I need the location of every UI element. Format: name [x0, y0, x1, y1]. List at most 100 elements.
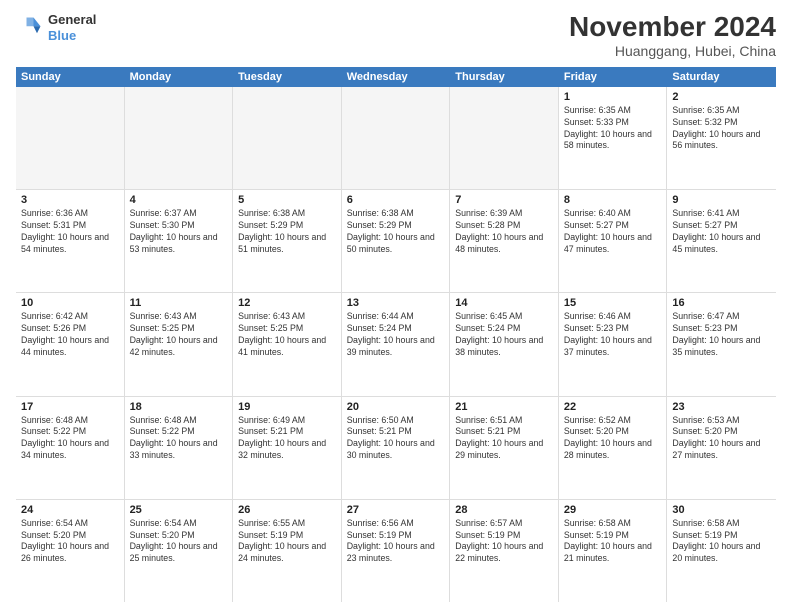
cell-info: Sunrise: 6:43 AM Sunset: 5:25 PM Dayligh…: [130, 311, 228, 359]
cal-cell: 30Sunrise: 6:58 AM Sunset: 5:19 PM Dayli…: [667, 500, 776, 602]
week-row-2: 10 Sunrise: 6:42 AM Sunset: 5:26 PM Dayli…: [16, 293, 776, 396]
day-number: 10: [21, 297, 119, 309]
cal-cell: 5 Sunrise: 6:38 AM Sunset: 5:29 PM Daylig…: [233, 190, 342, 292]
cal-cell: 12 Sunrise: 6:43 AM Sunset: 5:25 PM Dayli…: [233, 293, 342, 395]
day-number: 19: [238, 401, 336, 413]
cal-cell: 2 Sunrise: 6:35 AM Sunset: 5:32 PM Daylig…: [667, 87, 776, 189]
month-title: November 2024: [569, 12, 776, 43]
logo-text: General Blue: [48, 12, 96, 43]
cal-cell: 8Sunrise: 6:40 AM Sunset: 5:27 PM Daylig…: [559, 190, 668, 292]
header-day-thursday: Thursday: [450, 67, 559, 87]
cell-info: Sunrise: 6:42 AM Sunset: 5:26 PM Dayligh…: [21, 311, 119, 359]
cal-cell: 13 Sunrise: 6:44 AM Sunset: 5:24 PM Dayli…: [342, 293, 451, 395]
cell-info: Sunrise: 6:43 AM Sunset: 5:25 PM Dayligh…: [238, 311, 336, 359]
cell-info: Sunrise: 6:41 AM Sunset: 5:27 PM Dayligh…: [672, 208, 771, 256]
cal-cell: 19Sunrise: 6:49 AM Sunset: 5:21 PM Dayli…: [233, 397, 342, 499]
cell-info: Sunrise: 6:47 AM Sunset: 5:23 PM Dayligh…: [672, 311, 771, 359]
cal-cell: 26 Sunrise: 6:55 AM Sunset: 5:19 PM Dayli…: [233, 500, 342, 602]
cal-cell: [233, 87, 342, 189]
cell-info: Sunrise: 6:36 AM Sunset: 5:31 PM Dayligh…: [21, 208, 119, 256]
day-number: 24: [21, 504, 119, 516]
cell-info: Sunrise: 6:39 AM Sunset: 5:28 PM Dayligh…: [455, 208, 553, 256]
header-day-saturday: Saturday: [667, 67, 776, 87]
cal-cell: 16 Sunrise: 6:47 AM Sunset: 5:23 PM Dayli…: [667, 293, 776, 395]
day-number: 13: [347, 297, 445, 309]
cal-cell: 15Sunrise: 6:46 AM Sunset: 5:23 PM Dayli…: [559, 293, 668, 395]
day-number: 14: [455, 297, 553, 309]
day-number: 29: [564, 504, 662, 516]
cell-info: Sunrise: 6:51 AM Sunset: 5:21 PM Dayligh…: [455, 415, 553, 463]
cal-cell: 6Sunrise: 6:38 AM Sunset: 5:29 PM Daylig…: [342, 190, 451, 292]
cal-cell: 4 Sunrise: 6:37 AM Sunset: 5:30 PM Daylig…: [125, 190, 234, 292]
week-row-3: 17 Sunrise: 6:48 AM Sunset: 5:22 PM Dayli…: [16, 397, 776, 500]
cal-cell: 22 Sunrise: 6:52 AM Sunset: 5:20 PM Dayli…: [559, 397, 668, 499]
day-number: 28: [455, 504, 553, 516]
logo-icon: [16, 14, 44, 42]
cell-info: Sunrise: 6:44 AM Sunset: 5:24 PM Dayligh…: [347, 311, 445, 359]
week-row-0: 1 Sunrise: 6:35 AM Sunset: 5:33 PM Daylig…: [16, 87, 776, 190]
day-number: 25: [130, 504, 228, 516]
cal-cell: 18 Sunrise: 6:48 AM Sunset: 5:22 PM Dayli…: [125, 397, 234, 499]
cal-cell: 21 Sunrise: 6:51 AM Sunset: 5:21 PM Dayli…: [450, 397, 559, 499]
header-day-sunday: Sunday: [16, 67, 125, 87]
cal-cell: 23 Sunrise: 6:53 AM Sunset: 5:20 PM Dayli…: [667, 397, 776, 499]
cal-cell: [16, 87, 125, 189]
cal-cell: [450, 87, 559, 189]
day-number: 21: [455, 401, 553, 413]
header: General Blue November 2024 Huanggang, Hu…: [16, 12, 776, 59]
cal-cell: 1 Sunrise: 6:35 AM Sunset: 5:33 PM Daylig…: [559, 87, 668, 189]
day-number: 17: [21, 401, 119, 413]
cal-cell: 14Sunrise: 6:45 AM Sunset: 5:24 PM Dayli…: [450, 293, 559, 395]
cal-cell: 25Sunrise: 6:54 AM Sunset: 5:20 PM Dayli…: [125, 500, 234, 602]
header-day-wednesday: Wednesday: [342, 67, 451, 87]
day-number: 12: [238, 297, 336, 309]
cal-cell: [125, 87, 234, 189]
day-number: 2: [672, 91, 771, 103]
day-number: 23: [672, 401, 771, 413]
logo-general: General: [48, 12, 96, 28]
location: Huanggang, Hubei, China: [569, 43, 776, 59]
title-block: November 2024 Huanggang, Hubei, China: [569, 12, 776, 59]
day-number: 5: [238, 194, 336, 206]
day-number: 16: [672, 297, 771, 309]
cell-info: Sunrise: 6:50 AM Sunset: 5:21 PM Dayligh…: [347, 415, 445, 463]
cell-info: Sunrise: 6:53 AM Sunset: 5:20 PM Dayligh…: [672, 415, 771, 463]
cal-cell: 24 Sunrise: 6:54 AM Sunset: 5:20 PM Dayli…: [16, 500, 125, 602]
header-day-friday: Friday: [559, 67, 668, 87]
cell-info: Sunrise: 6:52 AM Sunset: 5:20 PM Dayligh…: [564, 415, 662, 463]
cell-info: Sunrise: 6:54 AM Sunset: 5:20 PM Dayligh…: [21, 518, 119, 566]
logo-blue: Blue: [48, 28, 96, 44]
cell-info: Sunrise: 6:38 AM Sunset: 5:29 PM Dayligh…: [347, 208, 445, 256]
cell-info: Sunrise: 6:37 AM Sunset: 5:30 PM Dayligh…: [130, 208, 228, 256]
week-row-1: 3Sunrise: 6:36 AM Sunset: 5:31 PM Daylig…: [16, 190, 776, 293]
day-number: 22: [564, 401, 662, 413]
day-number: 26: [238, 504, 336, 516]
header-day-tuesday: Tuesday: [233, 67, 342, 87]
day-number: 9: [672, 194, 771, 206]
cal-cell: [342, 87, 451, 189]
cal-cell: 29Sunrise: 6:58 AM Sunset: 5:19 PM Dayli…: [559, 500, 668, 602]
cell-info: Sunrise: 6:35 AM Sunset: 5:32 PM Dayligh…: [672, 105, 771, 153]
cell-info: Sunrise: 6:55 AM Sunset: 5:19 PM Dayligh…: [238, 518, 336, 566]
cal-cell: 17 Sunrise: 6:48 AM Sunset: 5:22 PM Dayli…: [16, 397, 125, 499]
cell-info: Sunrise: 6:48 AM Sunset: 5:22 PM Dayligh…: [21, 415, 119, 463]
cell-info: Sunrise: 6:35 AM Sunset: 5:33 PM Dayligh…: [564, 105, 662, 153]
cell-info: Sunrise: 6:48 AM Sunset: 5:22 PM Dayligh…: [130, 415, 228, 463]
day-number: 15: [564, 297, 662, 309]
cal-cell: 11Sunrise: 6:43 AM Sunset: 5:25 PM Dayli…: [125, 293, 234, 395]
cell-info: Sunrise: 6:38 AM Sunset: 5:29 PM Dayligh…: [238, 208, 336, 256]
cal-cell: 20 Sunrise: 6:50 AM Sunset: 5:21 PM Dayli…: [342, 397, 451, 499]
day-number: 18: [130, 401, 228, 413]
cell-info: Sunrise: 6:58 AM Sunset: 5:19 PM Dayligh…: [672, 518, 771, 566]
cell-info: Sunrise: 6:56 AM Sunset: 5:19 PM Dayligh…: [347, 518, 445, 566]
cal-cell: 3Sunrise: 6:36 AM Sunset: 5:31 PM Daylig…: [16, 190, 125, 292]
day-number: 1: [564, 91, 662, 103]
cal-cell: 9 Sunrise: 6:41 AM Sunset: 5:27 PM Daylig…: [667, 190, 776, 292]
week-row-4: 24 Sunrise: 6:54 AM Sunset: 5:20 PM Dayli…: [16, 500, 776, 602]
cal-cell: 7Sunrise: 6:39 AM Sunset: 5:28 PM Daylig…: [450, 190, 559, 292]
day-number: 4: [130, 194, 228, 206]
day-number: 20: [347, 401, 445, 413]
cal-cell: 28Sunrise: 6:57 AM Sunset: 5:19 PM Dayli…: [450, 500, 559, 602]
logo: General Blue: [16, 12, 96, 43]
cal-cell: 10 Sunrise: 6:42 AM Sunset: 5:26 PM Dayli…: [16, 293, 125, 395]
